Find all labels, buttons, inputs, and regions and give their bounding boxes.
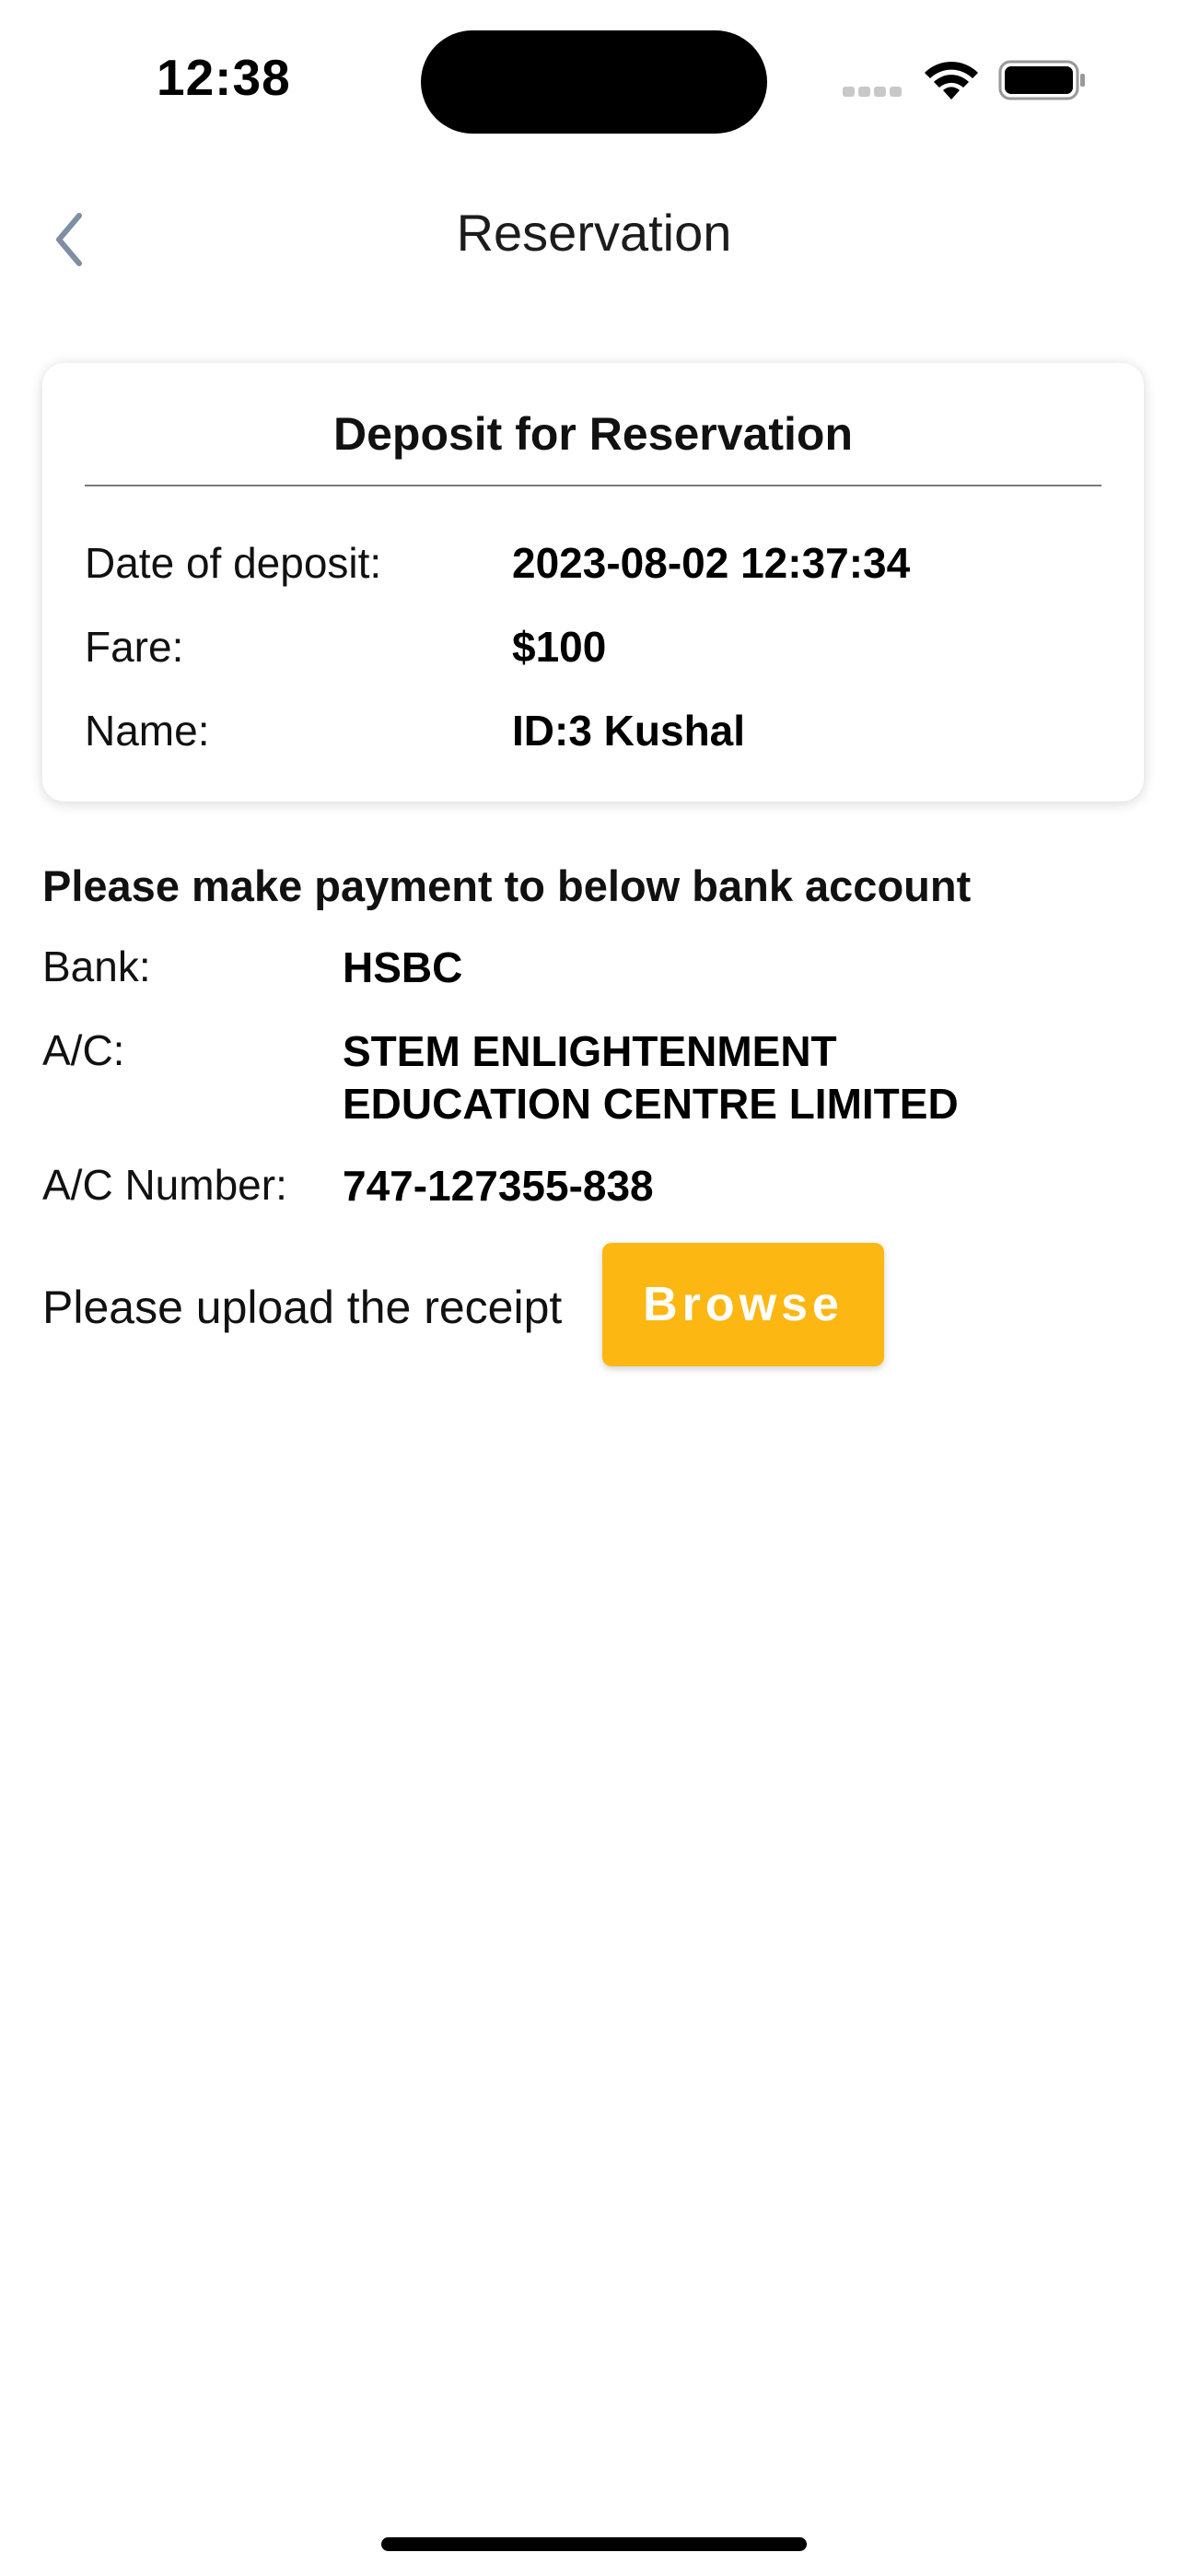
battery-icon (998, 60, 1085, 100)
home-indicator[interactable] (381, 2537, 807, 2551)
deposit-date-label: Date of deposit: (85, 539, 382, 587)
fare-value: $100 (512, 623, 607, 671)
status-time: 12:38 (157, 49, 291, 106)
account-number-value: 747-127355-838 (343, 1162, 654, 1210)
name-label: Name: (85, 707, 210, 755)
deposit-card: Deposit for Reservation Date of deposit:… (42, 363, 1144, 802)
fare-row: Fare: $100 (85, 622, 1101, 686)
bank-value: HSBC (343, 943, 463, 991)
deposit-date-row: Date of deposit: 2023-08-02 12:37:34 (85, 538, 1101, 603)
upload-receipt-label: Please upload the receipt (42, 1282, 563, 1333)
account-number-label: A/C Number: (42, 1161, 287, 1209)
fare-label: Fare: (85, 623, 184, 671)
wifi-icon (925, 61, 978, 100)
navigation-bar: Reservation (0, 175, 1188, 295)
status-bar: 12:38 (0, 0, 1188, 157)
name-value: ID:3 Kushal (512, 707, 746, 755)
page-title: Reservation (456, 204, 732, 262)
dynamic-island (421, 30, 767, 134)
cellular-signal-icon (843, 85, 905, 97)
browse-button[interactable]: Browse (602, 1243, 884, 1366)
name-row: Name: ID:3 Kushal (85, 706, 1101, 770)
payment-heading: Please make payment to below bank accoun… (42, 861, 972, 910)
account-name-line-2: EDUCATION CENTRE LIMITED (343, 1080, 959, 1128)
card-divider (85, 485, 1101, 486)
account-name-line-1: STEM ENLIGHTENMENT (343, 1027, 837, 1075)
deposit-date-value: 2023-08-02 12:37:34 (512, 539, 911, 587)
bank-label: Bank: (42, 943, 151, 990)
account-name-label: A/C: (42, 1026, 125, 1074)
account-name-value: STEM ENLIGHTENMENT EDUCATION CENTRE LIMI… (343, 1025, 959, 1130)
card-title: Deposit for Reservation (332, 408, 853, 460)
